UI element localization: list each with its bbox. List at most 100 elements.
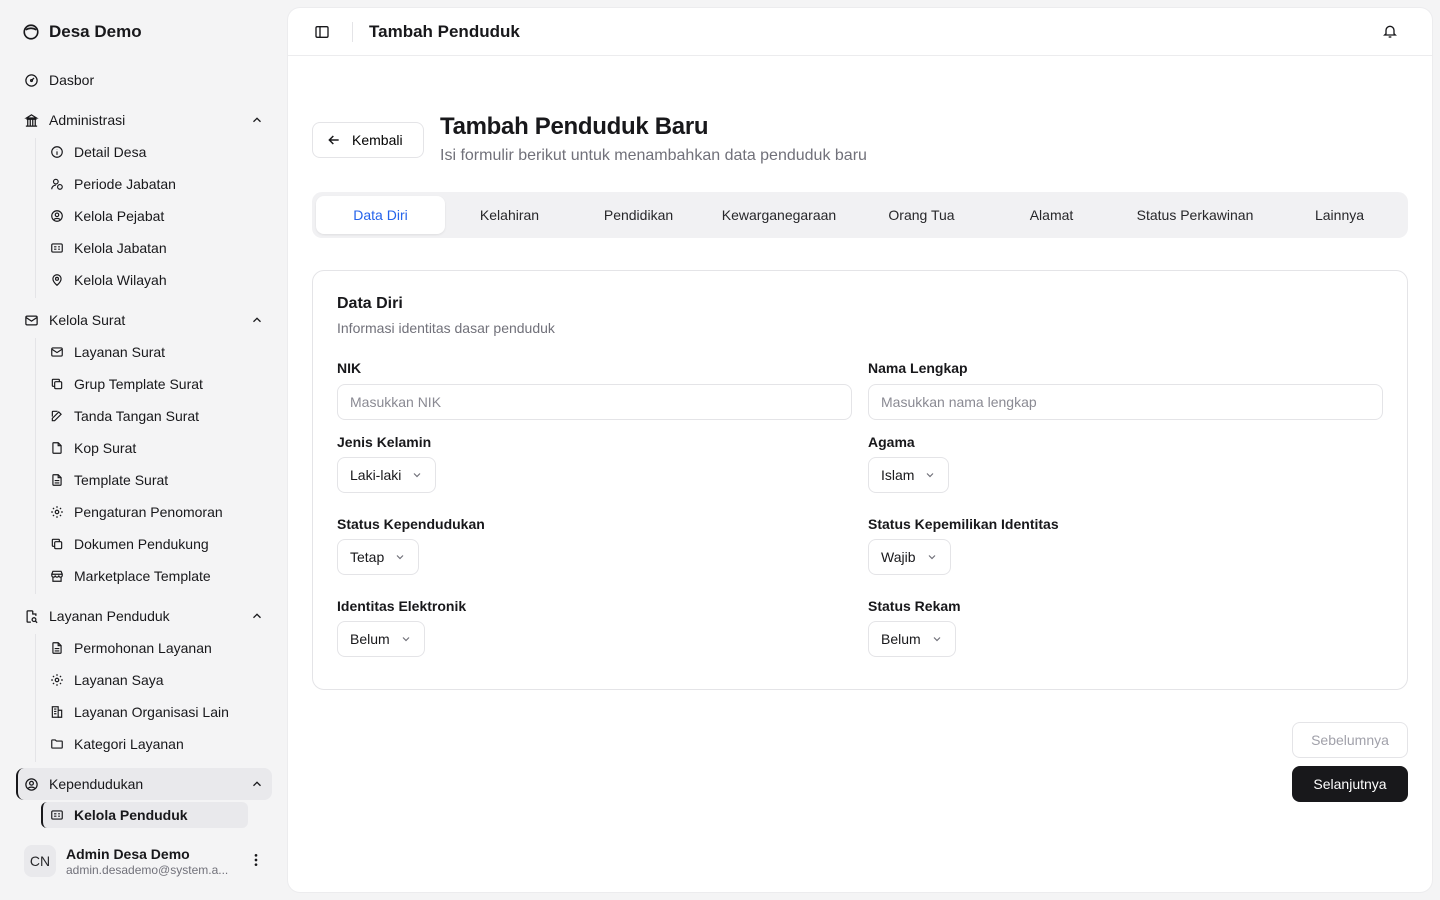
chevron-up-icon[interactable]	[250, 113, 264, 127]
sidebar-item-periode-jabatan[interactable]: Periode Jabatan	[50, 170, 246, 198]
tab-status-perkawinan[interactable]: Status Perkawinan	[1115, 196, 1275, 234]
sidebar-item-layanan-surat[interactable]: Layanan Surat	[50, 338, 246, 366]
tab-data-diri[interactable]: Data Diri	[316, 196, 445, 234]
status-kepemilikan-select[interactable]: Wajib	[868, 539, 951, 575]
sidebar-item-label: Kelola Wilayah	[74, 272, 167, 288]
sidebar-item-tanda-tangan-surat[interactable]: Tanda Tangan Surat	[50, 402, 246, 430]
building-icon	[24, 113, 39, 128]
back-button-label: Kembali	[352, 132, 403, 148]
file-icon	[50, 441, 64, 455]
nik-input[interactable]	[337, 384, 852, 420]
sidebar-item-kelola-jabatan[interactable]: Kelola Jabatan	[50, 234, 246, 262]
more-vertical-icon[interactable]	[248, 852, 264, 868]
sidebar-group-label: Kependudukan	[49, 776, 144, 792]
tab-pendidikan[interactable]: Pendidikan	[574, 196, 703, 234]
sidebar-group-label: Administrasi	[49, 112, 126, 128]
jenis-kelamin-select[interactable]: Laki-laki	[337, 457, 437, 493]
select-value: Islam	[881, 467, 915, 483]
agama-select[interactable]: Islam	[868, 457, 950, 493]
id-card-icon	[50, 241, 64, 255]
sidebar-item-kop-surat[interactable]: Kop Surat	[50, 434, 246, 462]
edit-icon	[50, 409, 64, 423]
sidebar-item-label: Kop Surat	[74, 440, 137, 456]
sidebar-subline	[35, 634, 36, 762]
sidebar-item-label: Template Surat	[74, 472, 169, 488]
tab-lainnya[interactable]: Lainnya	[1275, 196, 1404, 234]
sidebar-item-pengaturan-penomoran[interactable]: Pengaturan Penomoran	[50, 498, 246, 526]
identitas-elektronik-select[interactable]: Belum	[337, 621, 425, 657]
select-value: Belum	[350, 631, 390, 647]
file-text-icon	[50, 473, 64, 487]
sidebar-item-label: Kelola Jabatan	[74, 240, 167, 256]
arrow-left-icon	[326, 132, 342, 148]
sidebar-item-label: Marketplace Template	[74, 568, 211, 584]
topbar-divider	[352, 22, 353, 42]
sidebar-item-kelola-wilayah[interactable]: Kelola Wilayah	[50, 266, 246, 294]
next-button[interactable]: Selanjutnya	[1292, 766, 1408, 802]
id-card-icon	[50, 808, 64, 822]
sidebar-toggle-icon[interactable]	[314, 24, 330, 40]
file-text-icon	[50, 641, 64, 655]
page-subtitle: Isi formulir berikut untuk menambahkan d…	[440, 147, 867, 164]
dashboard-icon	[24, 73, 39, 88]
tab-kelahiran[interactable]: Kelahiran	[445, 196, 574, 234]
sidebar-item-kelola-penduduk[interactable]: Kelola Penduduk	[50, 801, 246, 829]
gear-icon	[50, 673, 64, 687]
sidebar-item-label: Layanan Organisasi Lain	[74, 704, 229, 720]
sidebar-item-label: Detail Desa	[74, 144, 147, 160]
card-title: Data Diri	[337, 295, 403, 312]
chevron-up-icon[interactable]	[250, 777, 264, 791]
nama-lengkap-label: Nama Lengkap	[868, 360, 968, 376]
chevron-up-icon[interactable]	[250, 313, 264, 327]
chevron-down-icon	[400, 633, 412, 645]
chevron-up-icon[interactable]	[250, 609, 264, 623]
sidebar-item-dasbor[interactable]: Dasbor	[24, 66, 264, 94]
nama-lengkap-input[interactable]	[868, 384, 1383, 420]
sidebar-item-label: Kategori Layanan	[74, 736, 184, 752]
brand[interactable]: Desa Demo	[22, 20, 142, 44]
status-kepemilikan-label: Status Kepemilikan Identitas	[868, 516, 1059, 532]
sidebar-group-administrasi[interactable]: Administrasi	[24, 106, 264, 134]
sidebar-item-layanan-organisasi-lain[interactable]: Layanan Organisasi Lain	[50, 698, 246, 726]
sidebar-item-label: Periode Jabatan	[74, 176, 176, 192]
sidebar-group-layanan-penduduk[interactable]: Layanan Penduduk	[24, 602, 264, 630]
bell-icon[interactable]	[1382, 23, 1398, 39]
tab-alamat[interactable]: Alamat	[988, 196, 1115, 234]
identitas-elektronik-label: Identitas Elektronik	[337, 598, 467, 614]
sidebar-item-kelola-pejabat[interactable]: Kelola Pejabat	[50, 202, 246, 230]
sidebar-item-layanan-saya[interactable]: Layanan Saya	[50, 666, 246, 694]
status-rekam-select[interactable]: Belum	[868, 621, 956, 657]
user-info: Admin Desa Demo admin.desademo@system.a.…	[66, 846, 238, 877]
copy-icon	[50, 537, 64, 551]
tab-kewarganegaraan[interactable]: Kewarganegaraan	[703, 196, 855, 234]
back-button[interactable]: Kembali	[312, 122, 424, 158]
tab-orang-tua[interactable]: Orang Tua	[855, 196, 988, 234]
sidebar-item-label: Pengaturan Penomoran	[74, 504, 223, 520]
chevron-down-icon	[394, 551, 406, 563]
user-circle-icon	[24, 777, 39, 792]
sidebar-subline	[35, 138, 36, 298]
card-subtitle: Informasi identitas dasar penduduk	[337, 320, 555, 336]
select-value: Laki-laki	[350, 467, 402, 483]
sidebar-item-dokumen-pendukung[interactable]: Dokumen Pendukung	[50, 530, 246, 558]
sidebar-item-template-surat[interactable]: Template Surat	[50, 466, 246, 494]
brand-name: Desa Demo	[49, 22, 142, 41]
sidebar-item-label: Layanan Surat	[74, 344, 166, 360]
user-profile[interactable]: CN Admin Desa Demo admin.desademo@system…	[24, 842, 268, 880]
sidebar-group-kependudukan[interactable]: Kependudukan	[24, 770, 264, 798]
sidebar-item-label: Kelola Penduduk	[74, 807, 188, 823]
avatar: CN	[24, 845, 56, 877]
store-icon	[50, 569, 64, 583]
sidebar-item-detail-desa[interactable]: Detail Desa	[50, 138, 246, 166]
user-clock-icon	[50, 177, 64, 191]
status-kependudukan-select[interactable]: Tetap	[337, 539, 420, 575]
sidebar-item-grup-template-surat[interactable]: Grup Template Surat	[50, 370, 246, 398]
previous-button[interactable]: Sebelumnya	[1292, 722, 1408, 758]
sidebar-item-permohonan-layanan[interactable]: Permohonan Layanan	[50, 634, 246, 662]
file-search-icon	[24, 609, 39, 624]
jenis-kelamin-label: Jenis Kelamin	[337, 434, 432, 450]
sidebar-group-kelola-surat[interactable]: Kelola Surat	[24, 306, 264, 334]
data-diri-card: Data Diri Informasi identitas dasar pend…	[312, 270, 1408, 690]
sidebar-item-kategori-layanan[interactable]: Kategori Layanan	[50, 730, 246, 758]
sidebar-item-marketplace-template[interactable]: Marketplace Template	[50, 562, 246, 590]
